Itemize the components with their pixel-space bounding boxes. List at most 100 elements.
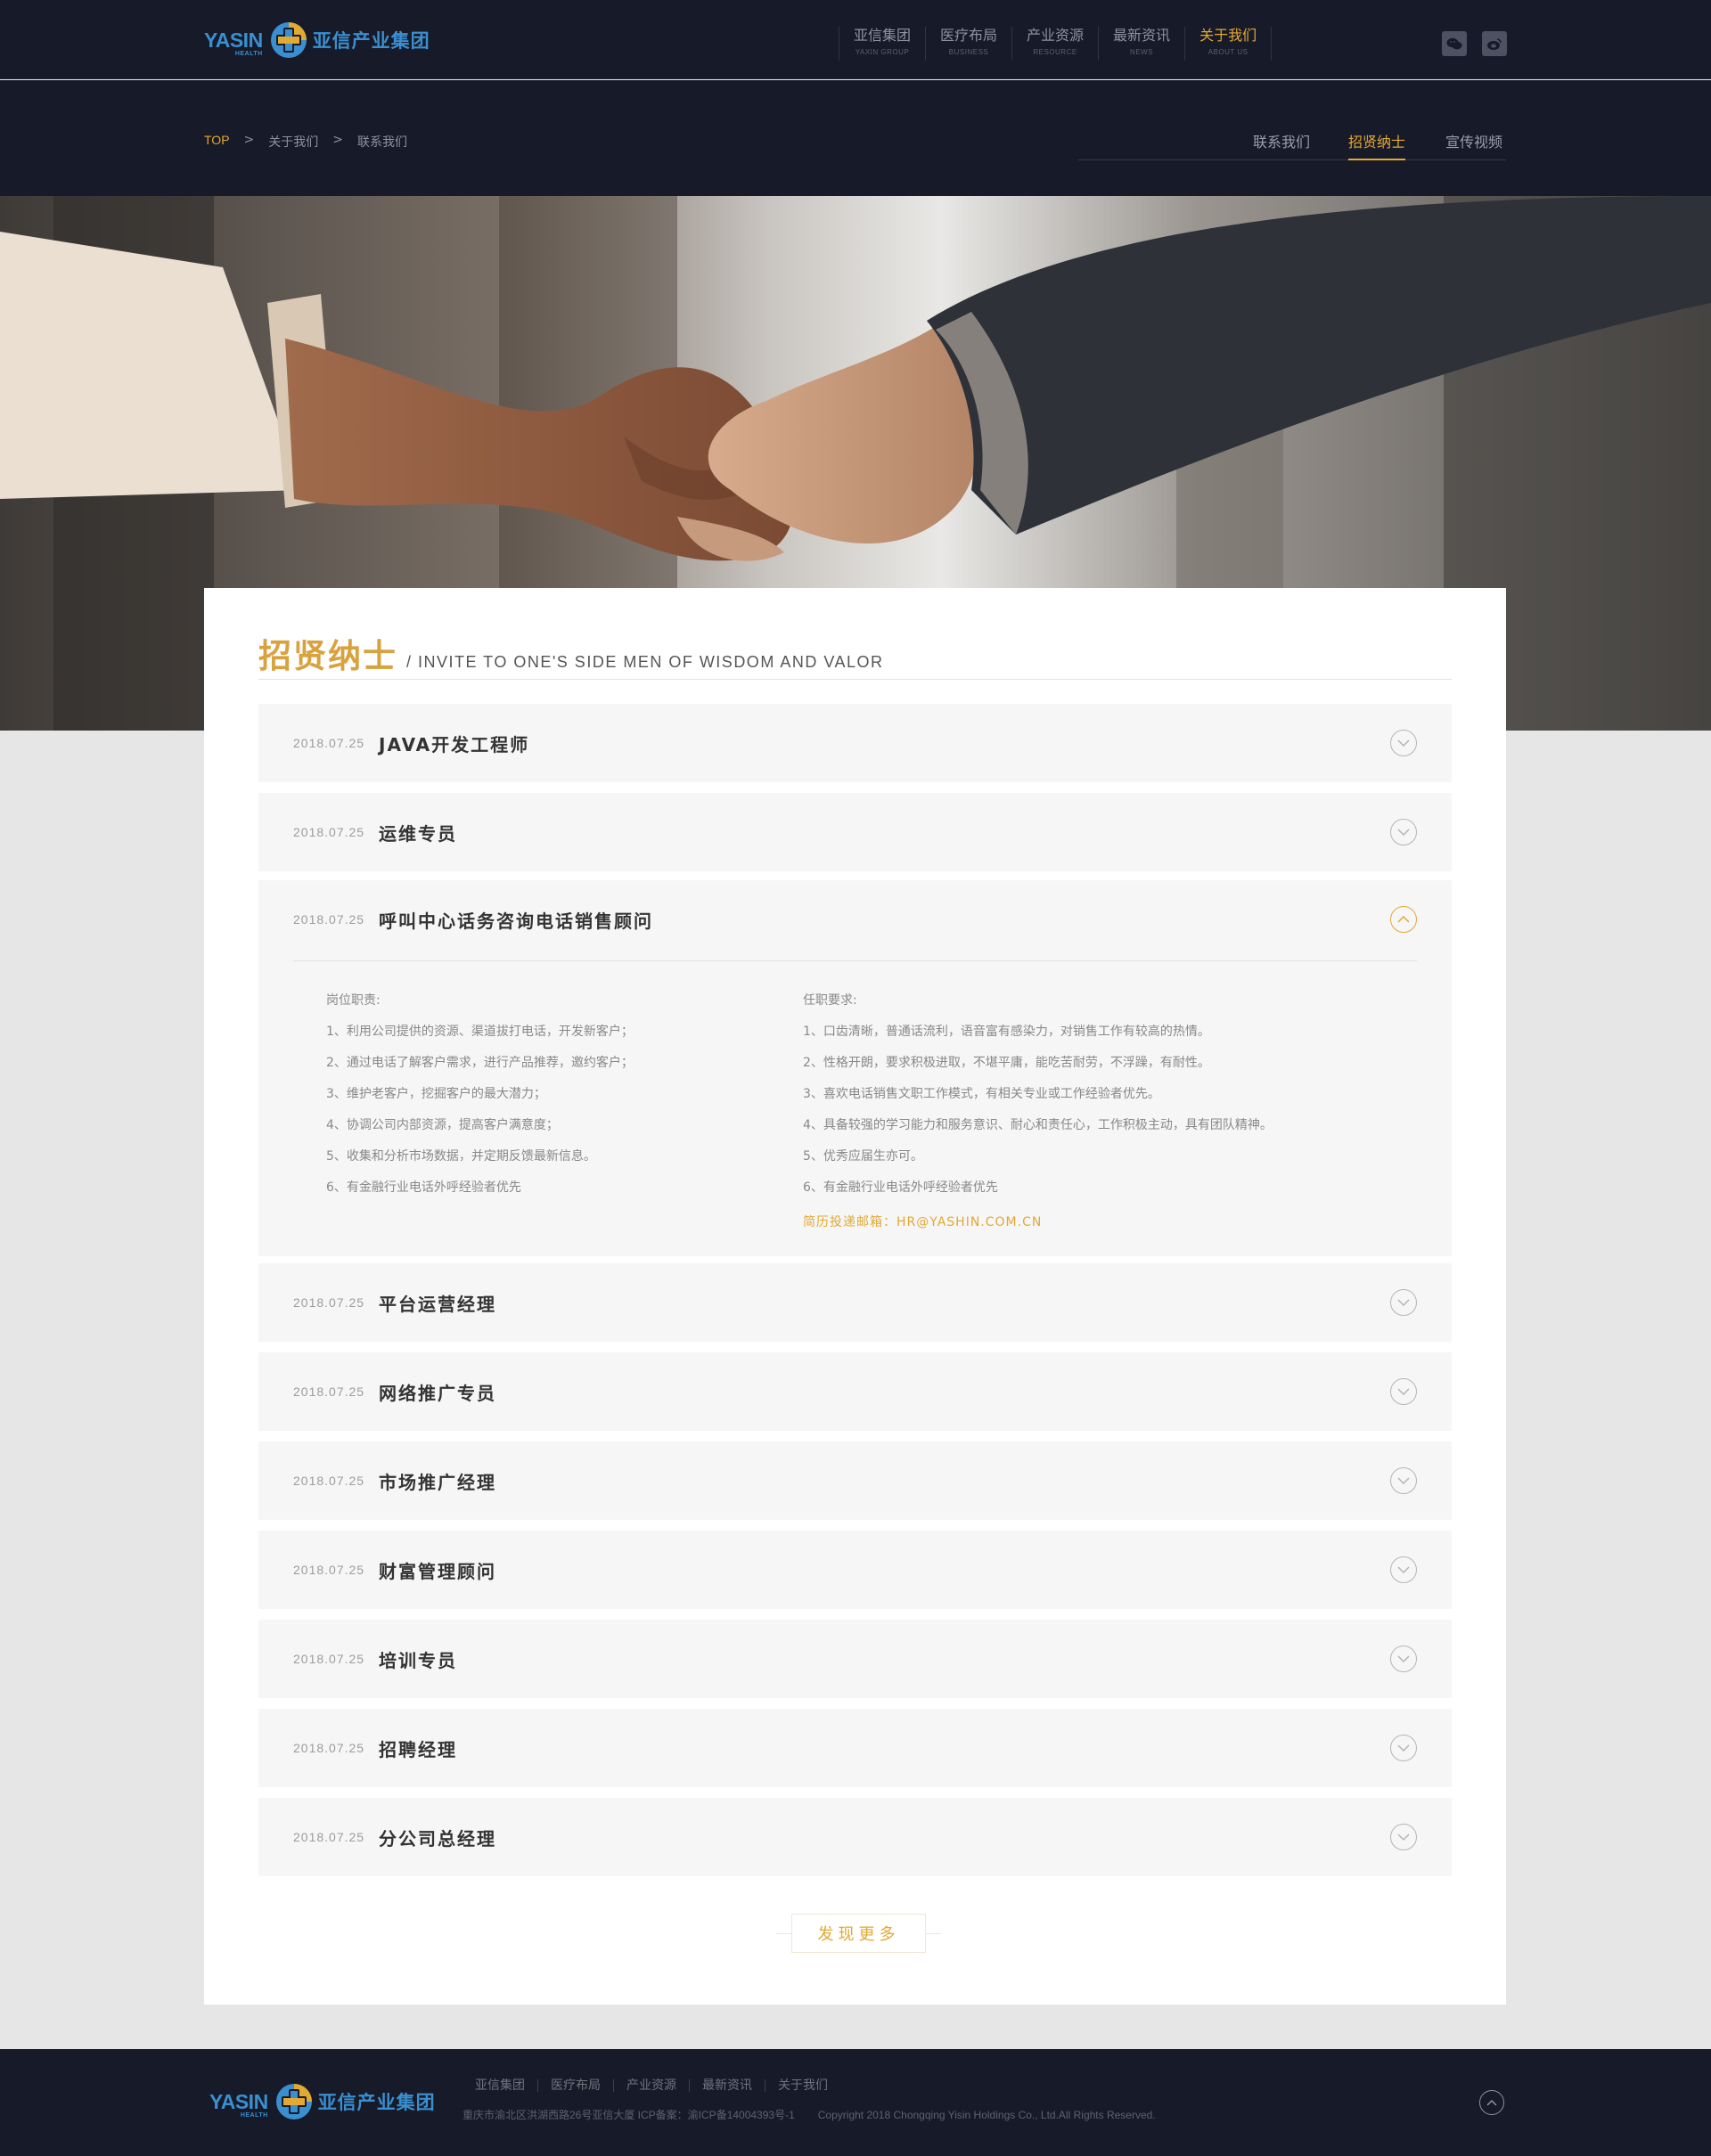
breadcrumb-about[interactable]: 关于我们 <box>268 133 318 151</box>
top-navigation: YASIN HEALTH 亚信产业集团 亚信集团 YAXIN GROUP 医疗布局 B… <box>0 0 1711 79</box>
job-item[interactable]: 2018.07.25 培训专员 <box>258 1620 1452 1698</box>
breadcrumb-separator: > <box>243 133 255 147</box>
duty-item: 6、有金融行业电话外呼经验者优先 <box>326 1180 521 1195</box>
section-title: 招贤纳士 / INVITE TO ONE'S SIDE MEN OF WISDO… <box>258 629 884 677</box>
nav-item-about[interactable]: 关于我们 ABOUT US <box>1184 27 1273 61</box>
job-item[interactable]: 2018.07.25 平台运营经理 <box>258 1263 1452 1342</box>
breadcrumb-separator: > <box>332 133 343 147</box>
requirement-item: 6、有金融行业电话外呼经验者优先 <box>803 1180 998 1195</box>
job-item[interactable]: 2018.07.25 网络推广专员 <box>258 1352 1452 1431</box>
chevron-down-icon[interactable] <box>1390 819 1417 845</box>
job-title: 平台运营经理 <box>379 1294 496 1315</box>
chevron-down-icon[interactable] <box>1390 1646 1417 1672</box>
job-item[interactable]: 2018.07.25 市场推广经理 <box>258 1441 1452 1520</box>
job-title: 呼叫中心话务咨询电话销售顾问 <box>379 911 653 932</box>
wechat-icon[interactable] <box>1442 31 1467 56</box>
job-date: 2018.07.25 <box>293 1830 365 1844</box>
logo-cross-icon <box>270 22 307 58</box>
requirement-item: 4、具备较强的学习能力和服务意识、耐心和责任心，工作积极主动，具有团队精神。 <box>803 1118 1273 1132</box>
breadcrumb-top[interactable]: TOP <box>204 133 230 151</box>
requirement-item: 1、口齿清晰，普通话流利，语音富有感染力，对销售工作有较高的热情。 <box>803 1025 1210 1039</box>
job-item[interactable]: 2018.07.25 JAVA开发工程师 <box>258 704 1452 782</box>
footer-link-about[interactable]: 关于我们 <box>765 2079 840 2092</box>
job-date: 2018.07.25 <box>293 736 365 750</box>
job-item[interactable]: 2018.07.25 招聘经理 <box>258 1709 1452 1787</box>
chevron-down-icon[interactable] <box>1390 1735 1417 1761</box>
footer-address: 重庆市渝北区洪湖西路26号亚信大厦 ICP备案：渝ICP备14004393号-1 <box>463 2109 795 2121</box>
duties-heading: 岗位职责: <box>326 993 381 1008</box>
job-item[interactable]: 2018.07.25 财富管理顾问 <box>258 1531 1452 1609</box>
duty-item: 5、收集和分析市场数据，并定期反馈最新信息。 <box>326 1149 596 1164</box>
logo-wordmark-en: YASIN HEALTH <box>209 2089 268 2119</box>
tab-promo-video[interactable]: 宣传视频 <box>1445 130 1502 160</box>
duty-item: 1、利用公司提供的资源、渠道拔打电话，开发新客户； <box>326 1025 634 1039</box>
footer-links: 亚信集团 医疗布局 产业资源 最新资讯 关于我们 <box>463 2079 840 2092</box>
job-title: JAVA开发工程师 <box>379 734 530 755</box>
footer-copyright-text: Copyright 2018 Chongqing Yisin Holdings … <box>817 2109 1156 2121</box>
job-date: 2018.07.25 <box>293 1295 365 1310</box>
job-title: 分公司总经理 <box>379 1828 496 1850</box>
section-title-cn: 招贤纳士 <box>258 637 397 675</box>
main-nav: 亚信集团 YAXIN GROUP 医疗布局 BUSINESS 产业资源 RESOURC… <box>839 27 1273 61</box>
chevron-down-icon[interactable] <box>1390 1378 1417 1405</box>
logo-wordmark-cn: 亚信产业集团 <box>312 30 430 52</box>
chevron-down-icon[interactable] <box>1390 1824 1417 1850</box>
footer-logo[interactable]: YASIN HEALTH 亚信产业集团 <box>209 2083 436 2120</box>
footer-copyright: 重庆市渝北区洪湖西路26号亚信大厦 ICP备案：渝ICP备14004393号-1… <box>463 2107 1156 2122</box>
footer-link-business[interactable]: 医疗布局 <box>537 2079 613 2092</box>
job-title: 运维专员 <box>379 823 457 845</box>
back-to-top-icon[interactable] <box>1479 2090 1504 2115</box>
logo-wordmark-en: YASIN HEALTH <box>204 28 263 57</box>
weibo-icon[interactable] <box>1482 31 1507 56</box>
job-item-expanded[interactable]: 2018.07.25 呼叫中心话务咨询电话销售顾问 岗位职责: 1、利用公司提供… <box>258 880 1452 1256</box>
section-title-en: / INVITE TO ONE'S SIDE MEN OF WISDOM AND… <box>406 653 884 671</box>
job-date: 2018.07.25 <box>293 912 365 927</box>
chevron-down-icon[interactable] <box>1390 1467 1417 1494</box>
job-date: 2018.07.25 <box>293 1563 365 1577</box>
duty-item: 2、通过电话了解客户需求，进行产品推荐，邀约客户； <box>326 1056 634 1070</box>
job-item[interactable]: 2018.07.25 分公司总经理 <box>258 1798 1452 1876</box>
footer-link-resource[interactable]: 产业资源 <box>613 2079 689 2092</box>
requirements-heading: 任职要求: <box>803 993 857 1008</box>
job-date: 2018.07.25 <box>293 1741 365 1755</box>
job-date: 2018.07.25 <box>293 1384 365 1399</box>
requirement-item: 3、喜欢电话销售文职工作模式，有相关专业或工作经验者优先。 <box>803 1087 1160 1101</box>
site-logo[interactable]: YASIN HEALTH 亚信产业集团 <box>204 21 430 59</box>
nav-item-business[interactable]: 医疗布局 BUSINESS <box>925 27 1011 61</box>
tab-contact[interactable]: 联系我们 <box>1253 130 1310 160</box>
sub-navigation-bar: TOP > 关于我们 > 联系我们 联系我们 招贤纳士 宣传视频 <box>0 80 1711 196</box>
requirement-item: 2、性格开朗，要求积极进取，不堪平庸，能吃苦耐劳，不浮躁，有耐性。 <box>803 1056 1210 1070</box>
recruitment-card: 招贤纳士 / INVITE TO ONE'S SIDE MEN OF WISDO… <box>204 588 1506 2005</box>
chevron-down-icon[interactable] <box>1390 1289 1417 1316</box>
logo-cross-icon <box>275 2084 312 2119</box>
nav-item-resource[interactable]: 产业资源 RESOURCE <box>1011 27 1098 61</box>
chevron-down-icon[interactable] <box>1390 1556 1417 1583</box>
title-divider <box>258 679 1452 680</box>
duty-item: 4、协调公司内部资源，提高客户满意度； <box>326 1118 559 1132</box>
chevron-down-icon[interactable] <box>1390 730 1417 756</box>
chevron-up-icon[interactable] <box>1390 906 1417 933</box>
duty-item: 3、维护老客户，挖掘客户的最大潜力； <box>326 1087 546 1101</box>
job-title: 培训专员 <box>379 1650 457 1671</box>
job-date: 2018.07.25 <box>293 1474 365 1488</box>
job-date: 2018.07.25 <box>293 825 365 839</box>
requirement-item: 5、优秀应届生亦可。 <box>803 1149 923 1164</box>
breadcrumb-contact[interactable]: 联系我们 <box>357 133 407 151</box>
resume-email-link[interactable]: 简历投递邮箱：HR@YASHIN.COM.CN <box>803 1213 1273 1230</box>
footer: YASIN HEALTH 亚信产业集团 亚信集团 医疗布局 产业资源 最新资讯 关… <box>0 2049 1711 2156</box>
job-title: 市场推广经理 <box>379 1472 496 1493</box>
footer-link-group[interactable]: 亚信集团 <box>463 2079 537 2092</box>
discover-more-button[interactable]: 发现更多 <box>776 1914 941 1953</box>
nav-item-group[interactable]: 亚信集团 YAXIN GROUP <box>839 27 925 61</box>
nav-item-news[interactable]: 最新资讯 NEWS <box>1098 27 1184 61</box>
job-date: 2018.07.25 <box>293 1652 365 1666</box>
job-item[interactable]: 2018.07.25 运维专员 <box>258 793 1452 871</box>
job-title: 财富管理顾问 <box>379 1561 496 1582</box>
job-detail-divider <box>293 960 1417 961</box>
footer-link-news[interactable]: 最新资讯 <box>689 2079 765 2092</box>
job-duties: 岗位职责: 1、利用公司提供的资源、渠道拔打电话，开发新客户； 2、通过电话了解… <box>326 991 634 1211</box>
job-title: 网络推广专员 <box>379 1383 496 1404</box>
breadcrumb: TOP > 关于我们 > 联系我们 <box>204 133 407 151</box>
logo-wordmark-cn: 亚信产业集团 <box>317 2092 436 2113</box>
tab-recruitment[interactable]: 招贤纳士 <box>1348 130 1406 160</box>
